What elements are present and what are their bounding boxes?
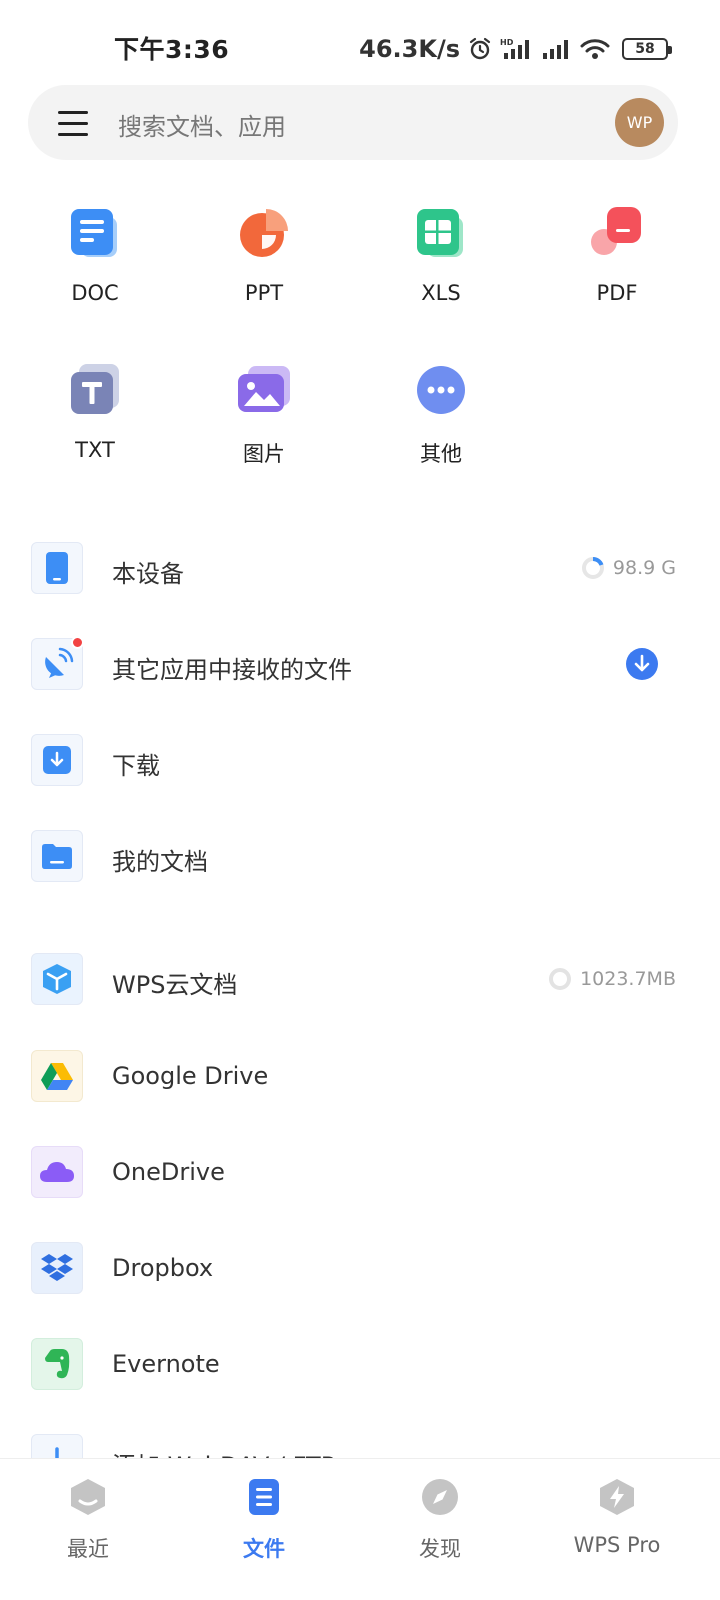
nav-wps-pro[interactable]: WPS Pro [547, 1477, 687, 1557]
status-bar: 下午3:36 46.3K/s HD 58 [0, 0, 720, 96]
li-icon [31, 1338, 83, 1390]
nav-recent[interactable]: 最近 [18, 1477, 158, 1563]
list-item-received[interactable]: 其它应用中接收的文件 [0, 628, 720, 700]
search-input[interactable]: 搜索文档、应用 [118, 107, 286, 142]
folder-icon [42, 844, 72, 869]
battery-icon: 58 [622, 38, 672, 60]
list-item-google-drive[interactable]: Google Drive [0, 1040, 720, 1112]
list-item-my-docs[interactable]: 我的文档 [0, 820, 720, 892]
nav-discover[interactable]: 发现 [370, 1477, 510, 1563]
li-icon [31, 734, 83, 786]
li-icon [31, 1050, 83, 1102]
li-label: Evernote [112, 1350, 220, 1378]
search-bar[interactable]: 搜索文档、应用 WP [28, 85, 678, 160]
status-indicators: 46.3K/s HD 58 [359, 31, 672, 67]
bottom-nav: 最近 文件 发现 WPS Pro [0, 1458, 720, 1600]
nav-label: WPS Pro [573, 1533, 661, 1557]
network-speed: 46.3K/s [359, 35, 460, 63]
cloud-usage: 1023.7MB [548, 967, 676, 991]
type-label: PDF [596, 281, 638, 305]
type-label: TXT [75, 438, 115, 462]
google-drive-icon [41, 1063, 73, 1090]
ppt-icon [240, 209, 288, 257]
li-label: 我的文档 [112, 848, 208, 876]
type-label: 图片 [243, 442, 285, 466]
li-label: OneDrive [112, 1158, 225, 1186]
li-icon [31, 1146, 83, 1198]
li-icon [31, 636, 84, 690]
nav-label: 文件 [243, 1537, 285, 1561]
type-xls[interactable]: XLS [381, 205, 501, 305]
notification-dot [71, 636, 84, 649]
type-pdf[interactable]: PDF [557, 205, 677, 305]
storage-usage: 98.9 G [581, 556, 676, 580]
image-icon [238, 366, 290, 412]
storage-ring-icon [581, 556, 604, 579]
li-label: 下载 [112, 752, 160, 780]
storage-ring-icon [549, 968, 572, 990]
type-other[interactable]: 其他 [381, 362, 501, 468]
xls-icon [417, 209, 463, 257]
list-item-evernote[interactable]: Evernote [0, 1328, 720, 1400]
type-label: XLS [421, 281, 461, 305]
type-label: 其他 [420, 442, 462, 466]
list-item-device[interactable]: 本设备 98.9 G [0, 532, 720, 604]
onedrive-icon [40, 1162, 74, 1182]
status-time: 下午3:36 [114, 35, 230, 64]
dropbox-icon [41, 1254, 73, 1281]
compass-icon [422, 1479, 458, 1515]
nav-label: 发现 [419, 1537, 461, 1561]
menu-icon[interactable] [58, 109, 88, 137]
txt-icon [71, 364, 119, 414]
list-item-onedrive[interactable]: OneDrive [0, 1136, 720, 1208]
wifi-icon [580, 39, 610, 59]
alarm-icon [469, 37, 491, 60]
li-icon [31, 542, 83, 594]
li-icon [31, 830, 83, 882]
list-item-download[interactable]: 下载 [0, 724, 720, 796]
storage-value: 1023.7MB [580, 968, 676, 990]
more-icon [417, 366, 465, 414]
wps-pro-icon [600, 1479, 634, 1515]
avatar[interactable]: WP [615, 98, 664, 147]
type-image[interactable]: 图片 [204, 362, 324, 468]
hd-signal-icon: HD [500, 38, 529, 59]
pdf-icon [591, 207, 641, 255]
cube-icon [43, 964, 71, 994]
svg-text:HD: HD [500, 38, 514, 47]
signal-icon [543, 40, 568, 59]
storage-value: 98.9 G [612, 557, 676, 579]
list-item-dropbox[interactable]: Dropbox [0, 1232, 720, 1304]
doc-icon [71, 209, 117, 257]
files-icon [249, 1479, 279, 1515]
satellite-icon [45, 647, 74, 678]
evernote-icon [45, 1349, 70, 1379]
download-folder-icon [43, 746, 71, 774]
li-icon [31, 953, 83, 1005]
li-label: 其它应用中接收的文件 [112, 656, 352, 684]
li-label: 本设备 [112, 560, 184, 588]
nav-files[interactable]: 文件 [194, 1477, 334, 1563]
nav-label: 最近 [67, 1537, 109, 1561]
recent-icon [71, 1479, 105, 1515]
type-label: DOC [71, 281, 119, 305]
li-label: Google Drive [112, 1062, 269, 1090]
type-label: PPT [244, 281, 284, 305]
download-badge-icon[interactable] [626, 648, 658, 680]
type-doc[interactable]: DOC [35, 205, 155, 305]
phone-icon [46, 552, 68, 584]
li-label: WPS云文档 [112, 971, 238, 999]
li-label: Dropbox [112, 1254, 214, 1282]
list-item-wps-cloud[interactable]: WPS云文档 1023.7MB [0, 943, 720, 1015]
type-txt[interactable]: TXT [35, 362, 155, 462]
type-ppt[interactable]: PPT [204, 205, 324, 305]
li-icon [31, 1242, 83, 1294]
